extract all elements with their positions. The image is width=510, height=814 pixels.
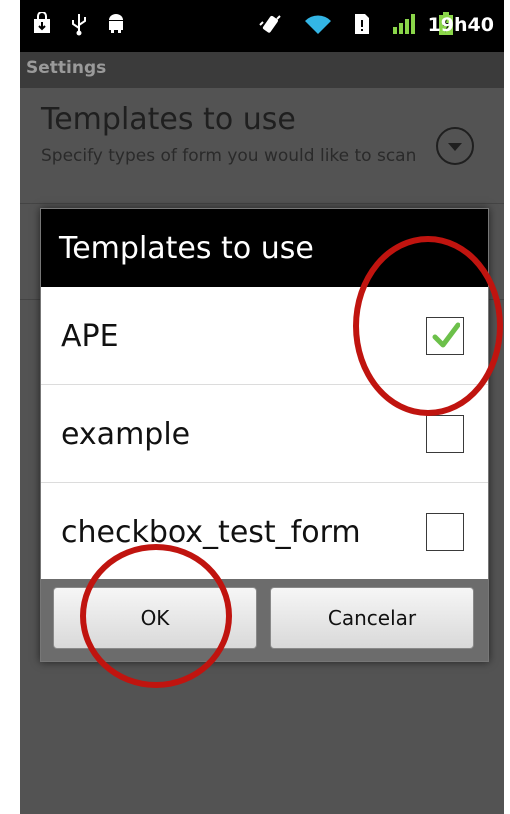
status-bar: 19h40	[20, 0, 504, 52]
annotation-circle-ok	[80, 544, 232, 688]
sim-icon	[355, 14, 369, 34]
checkbox-example[interactable]	[426, 415, 464, 453]
dialog-title: Templates to use	[59, 231, 314, 266]
title-bar: Settings	[20, 52, 504, 88]
annotation-circle-checkbox	[353, 236, 503, 416]
status-icons-right	[258, 12, 454, 36]
status-icons-left	[32, 12, 126, 36]
android-icon	[109, 14, 123, 33]
shopping-bag-icon	[34, 12, 50, 33]
preference-title: Templates to use	[41, 102, 296, 137]
cancel-button[interactable]: Cancelar	[270, 587, 474, 649]
preference-summary: Specify types of form you would like to …	[41, 146, 417, 166]
chevron-down-icon[interactable]	[436, 127, 474, 165]
vibrate-icon	[259, 15, 281, 33]
status-time: 19h40	[427, 14, 494, 36]
wifi-icon	[305, 15, 331, 34]
list-item-label: APE	[61, 319, 119, 354]
list-item-label: example	[61, 417, 191, 452]
preference-templates[interactable]: Templates to use Specify types of form y…	[20, 88, 504, 203]
checkbox-checkbox-test-form[interactable]	[426, 513, 464, 551]
window-title: Settings	[26, 58, 107, 78]
usb-icon	[72, 14, 86, 36]
signal-icon	[393, 14, 415, 34]
list-item-label: checkbox_test_form	[61, 515, 361, 550]
